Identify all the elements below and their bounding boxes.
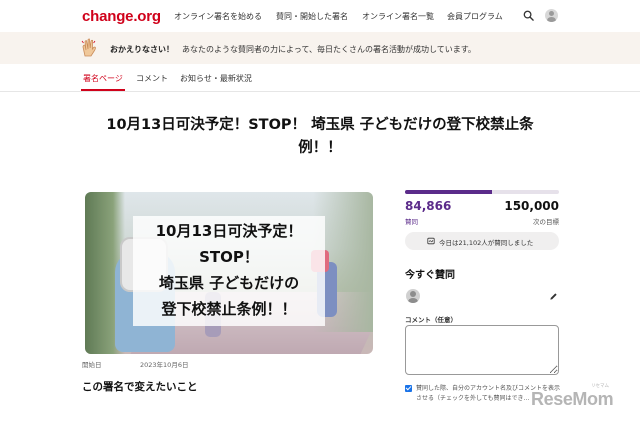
- user-avatar-icon: [406, 289, 420, 303]
- signature-progress-bar: [405, 190, 559, 194]
- started-label: 開始日: [82, 361, 102, 369]
- sign-now-heading: 今すぐ賛同: [405, 270, 455, 281]
- signature-progress-fill: [405, 190, 493, 194]
- section-heading: この署名で変えたいこと: [82, 381, 198, 393]
- started-date: 2023年10月6日: [140, 361, 189, 369]
- hero-caption-line: 埼玉県 子どもだけの: [158, 274, 300, 292]
- petition-hero-image: 10月13日可決予定！ STOP！ 埼玉県 子どもだけの 登下校禁止条例！！: [85, 192, 373, 354]
- active-tab-indicator: [81, 89, 125, 91]
- banner-message: あなたのような賛同者の力によって、毎日たくさんの署名活動が成功しています。: [182, 45, 476, 54]
- tab-updates[interactable]: お知らせ・最新状況: [180, 73, 252, 84]
- clapping-hands-icon: [81, 38, 96, 57]
- signature-goal-label: 次の目標: [533, 218, 559, 226]
- nav-membership[interactable]: 会員プログラム: [447, 11, 503, 22]
- hero-caption-line: 10月13日可決予定！: [155, 222, 303, 240]
- petition-title-line-1: 10月13日可決予定！STOP！ 埼玉県 子どもだけの登下校禁止条: [106, 117, 534, 133]
- petition-title-line-2: 例！！: [298, 140, 342, 156]
- search-icon[interactable]: [523, 10, 534, 21]
- signature-count: 84,866: [405, 199, 452, 213]
- hero-caption-line: STOP！: [199, 248, 259, 266]
- user-avatar-icon[interactable]: [545, 9, 558, 22]
- change-org-logo[interactable]: change.org: [82, 8, 161, 25]
- petition-title: 10月13日可決予定！STOP！ 埼玉県 子どもだけの登下校禁止条 例！！: [80, 114, 560, 160]
- nav-start-petition[interactable]: オンライン署名を始める: [174, 11, 262, 22]
- banner-greeting: おかえりなさい！: [110, 45, 174, 54]
- today-signers-text: 今日は21,102人が賛同しました: [439, 239, 534, 247]
- consent-checkbox[interactable]: [405, 385, 412, 392]
- hero-caption-line: 登下校禁止条例！！: [161, 300, 297, 318]
- comment-label: コメント（任意）: [405, 316, 457, 324]
- nav-browse-petitions[interactable]: オンライン署名一覧: [362, 11, 434, 22]
- signature-goal: 150,000: [504, 199, 559, 213]
- nav-my-petitions[interactable]: 賛同・開始した署名: [276, 11, 348, 22]
- signature-count-label: 賛同: [405, 218, 418, 226]
- resemom-watermark-logo: ReseMom: [531, 389, 614, 409]
- tab-petition-page[interactable]: 署名ページ: [83, 73, 123, 84]
- tab-comments[interactable]: コメント: [136, 73, 168, 84]
- comment-input[interactable]: [405, 325, 559, 375]
- signature-icon: [427, 237, 435, 245]
- pencil-icon[interactable]: [549, 292, 558, 301]
